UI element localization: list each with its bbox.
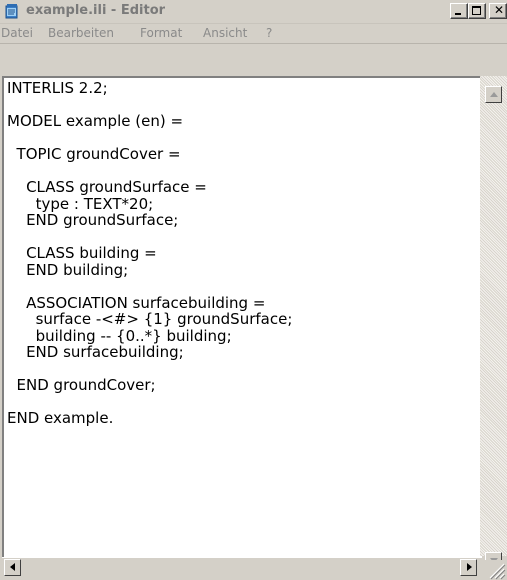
chevron-left-icon	[10, 563, 15, 571]
editor-content[interactable]: INTERLIS 2.2; MODEL example (en) = TOPIC…	[7, 80, 292, 427]
menu-bar: Datei Bearbeiten Format Ansicht ?	[0, 24, 507, 44]
maximize-button[interactable]	[468, 3, 486, 19]
text-editor-area[interactable]: INTERLIS 2.2; MODEL example (en) = TOPIC…	[2, 76, 482, 558]
title-bar[interactable]: example.ili - Editor ✕	[0, 0, 507, 24]
menu-bearbeiten[interactable]: Bearbeiten	[48, 26, 114, 40]
menu-format[interactable]: Format	[140, 26, 182, 40]
resize-grip[interactable]	[484, 560, 506, 580]
notepad-icon	[5, 4, 18, 19]
editor-window: example.ili - Editor ✕ Datei Bearbeiten …	[0, 0, 507, 580]
window-title: example.ili - Editor	[26, 3, 166, 18]
scroll-up-button[interactable]	[485, 86, 502, 103]
menu-help[interactable]: ?	[266, 26, 272, 40]
horizontal-scrollbar[interactable]	[2, 557, 480, 580]
chevron-right-icon	[467, 563, 472, 571]
scroll-left-button[interactable]	[4, 559, 21, 576]
close-icon: ✕	[494, 3, 505, 17]
chevron-up-icon	[490, 92, 498, 97]
vertical-scrollbar[interactable]	[480, 76, 507, 556]
scroll-right-button[interactable]	[460, 559, 477, 576]
minimize-button[interactable]	[450, 3, 468, 19]
menu-ansicht[interactable]: Ansicht	[203, 26, 247, 40]
close-button[interactable]: ✕	[489, 3, 507, 19]
menu-datei[interactable]: Datei	[1, 26, 33, 40]
resize-grip-icon	[489, 563, 506, 580]
